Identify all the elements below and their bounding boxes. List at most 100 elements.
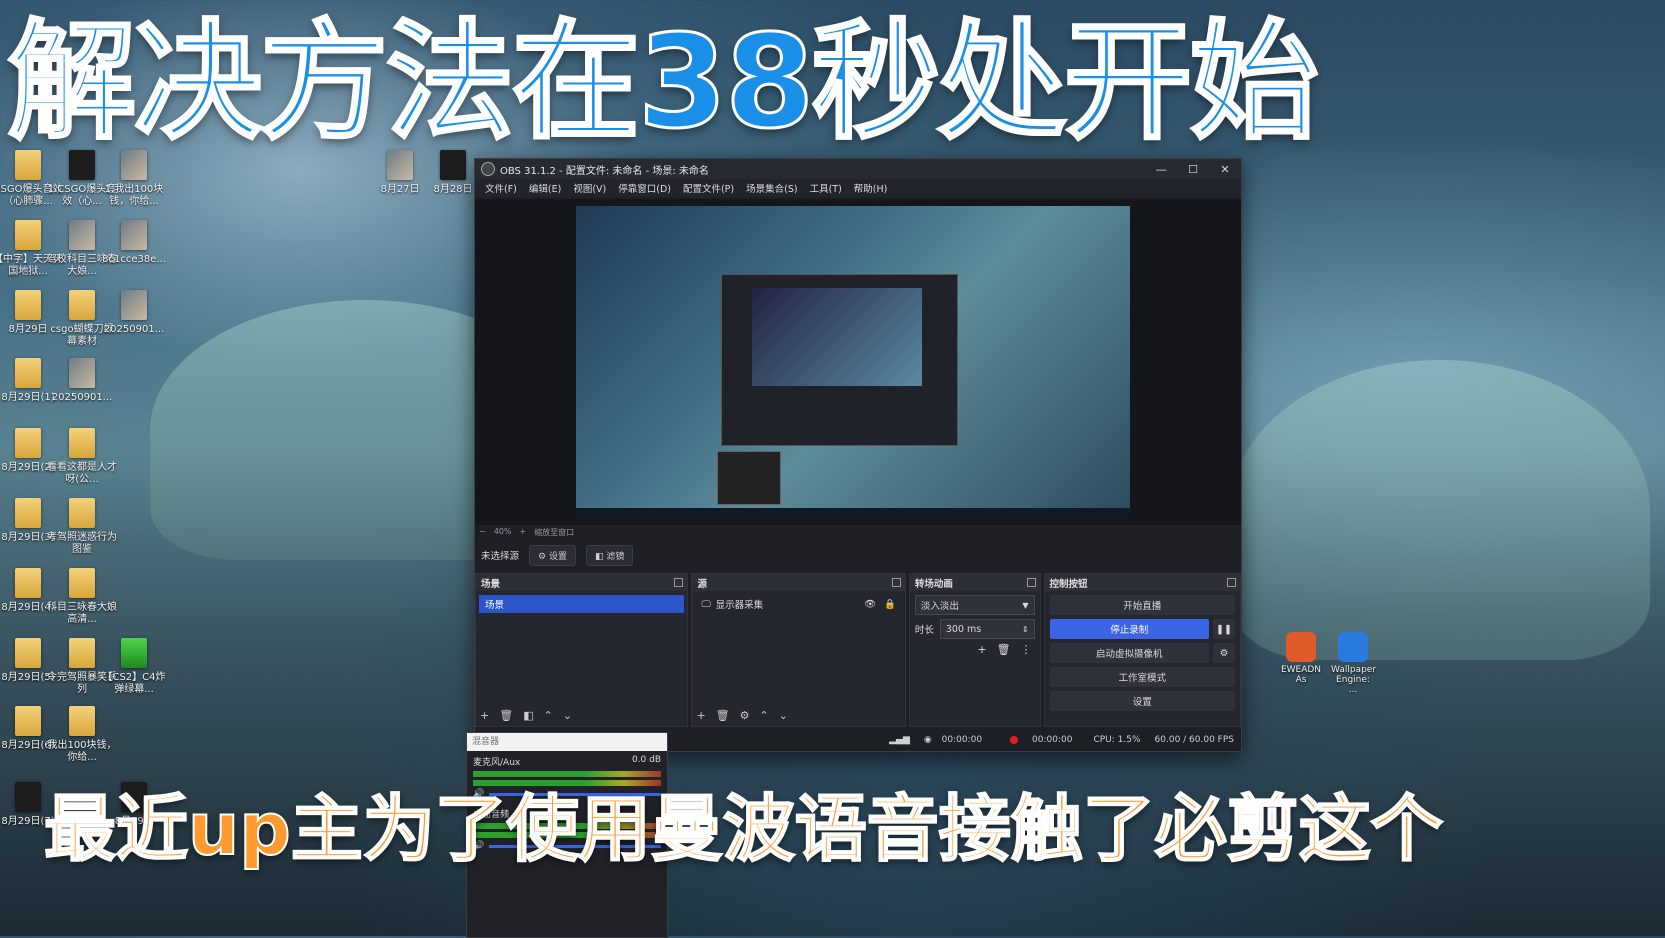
eye-icon[interactable]: 👁 — [864, 599, 876, 610]
pause-icon[interactable]: ❚❚ — [1213, 619, 1236, 639]
docks-row: 场景 场景 + 🗑 ◧ ⌃ ⌄ 源 🖵 显示器采集 👁 🔒 + 🗑 ⚙ ⌃ ⌄ … — [475, 573, 1242, 727]
source-toolbar: 未选择源 ⚙ 设置 ◧ 滤镜 — [475, 543, 1241, 567]
file-icon — [69, 358, 95, 388]
menu-bar: 文件(F) 编辑(E) 视图(V) 停靠窗口(D) 配置文件(P) 场景集合(S… — [475, 179, 1241, 197]
no-source-label: 未选择源 — [481, 551, 520, 562]
controls-dock: 控制按钮 开始直播 停止录制 ❚❚ 启动虚拟摄像机 ⚙ 工作室模式 设置 — [1043, 573, 1242, 727]
scenes-header: 场景 — [481, 578, 501, 590]
virtual-camera-button[interactable]: 启动虚拟摄像机 — [1049, 643, 1210, 663]
desktop-icon[interactable]: 我出100块钱，你给... — [46, 706, 118, 764]
stream-time-value: 00:00:00 — [941, 735, 983, 745]
filters-label: 滤镜 — [606, 551, 625, 562]
add-icon[interactable]: + — [480, 709, 489, 722]
undock-icon[interactable] — [1026, 578, 1036, 587]
start-stream-button[interactable]: 开始直播 — [1049, 595, 1236, 615]
preview-screen-capture — [576, 206, 1130, 518]
lock-icon[interactable]: 🔒 — [884, 599, 896, 610]
duration-field[interactable]: 300 ms ⇕ — [939, 619, 1035, 639]
undock-icon[interactable] — [674, 578, 684, 587]
zoom-mode-select[interactable]: 缩放至窗口 — [534, 527, 574, 538]
source-item-label: 显示器采集 — [715, 600, 764, 611]
menu-profile[interactable]: 配置文件(P) — [683, 181, 734, 195]
signal-icon: ▂▄▆ — [889, 735, 910, 745]
desktop-icon[interactable]: 【CS2】C4炸弹绿幕... — [98, 638, 170, 696]
source-settings-button[interactable]: ⚙ 设置 — [529, 544, 576, 566]
filter-icon[interactable]: ◧ — [523, 709, 533, 722]
folder-icon — [69, 568, 95, 598]
chevron-down-icon[interactable]: ⌄ — [563, 709, 572, 722]
spinner-icon[interactable]: ⇕ — [1022, 625, 1029, 634]
source-filters-button[interactable]: ◧ 滤镜 — [585, 544, 634, 566]
chevron-down-icon: ▼ — [1022, 600, 1029, 610]
desktop-icon[interactable]: 考驾照迷惑行为图鉴 — [46, 498, 118, 556]
record-time-value: 00:00:00 — [1032, 735, 1073, 745]
file-icon — [121, 220, 147, 250]
gear-icon[interactable]: ⚙ — [1213, 643, 1236, 663]
menu-edit[interactable]: 编辑(E) — [529, 181, 561, 195]
folder-icon — [69, 638, 95, 668]
undock-icon[interactable] — [1227, 578, 1237, 587]
gear-icon[interactable]: ⚙ — [740, 709, 750, 722]
trash-icon[interactable]: 🗑 — [499, 709, 513, 722]
more-icon[interactable]: ⋮ — [1021, 643, 1032, 656]
zoom-bar: − 40% + 缩放至窗口 — [479, 527, 574, 538]
studio-mode-button[interactable]: 工作室模式 — [1049, 667, 1236, 687]
chevron-up-icon[interactable]: ⌃ — [760, 709, 769, 722]
window-title: OBS 31.1.2 - 配置文件: 未命名 - 场景: 未命名 — [500, 165, 709, 177]
desktop-icon-label: 考驾照迷惑行为图鉴 — [47, 532, 117, 555]
desktop-icon-label: 科目三咏春大娘高清... — [47, 602, 117, 625]
duration-value: 300 ms — [945, 623, 982, 635]
menu-tools[interactable]: 工具(T) — [810, 181, 842, 195]
folder-icon — [15, 706, 41, 736]
maximize-button[interactable]: ☐ — [1177, 163, 1209, 176]
folder-icon — [15, 290, 41, 320]
menu-view[interactable]: 视图(V) — [573, 181, 606, 195]
trash-icon[interactable]: 🗑 — [997, 643, 1011, 656]
close-button[interactable]: ✕ — [1209, 163, 1241, 176]
desktop-icon-label: EWEADN As — [1280, 665, 1322, 685]
chevron-up-icon[interactable]: ⌃ — [544, 709, 553, 722]
fps: 60.00 / 60.00 FPS — [1154, 735, 1234, 745]
add-icon[interactable]: + — [977, 643, 986, 656]
menu-help[interactable]: 帮助(H) — [854, 181, 888, 195]
app-icon — [1286, 632, 1316, 662]
desktop-icon-label: 20250901... — [103, 324, 165, 335]
menu-scene-collection[interactable]: 场景集合(S) — [746, 181, 797, 195]
desktop-icon-label: 8c1cce38e... — [102, 254, 166, 265]
minimize-button[interactable]: — — [1145, 163, 1177, 176]
zoom-in-button[interactable]: + — [519, 527, 526, 538]
nested-preview — [752, 288, 922, 386]
folder-icon — [69, 498, 95, 528]
folder-icon — [15, 220, 41, 250]
undock-icon[interactable] — [891, 578, 901, 587]
chevron-down-icon[interactable]: ⌄ — [779, 709, 788, 722]
folder-icon — [15, 498, 41, 528]
menu-docks[interactable]: 停靠窗口(D) — [618, 181, 671, 195]
add-icon[interactable]: + — [696, 709, 705, 722]
desktop-icon[interactable]: 看看这都是人才呀(公... — [46, 428, 118, 486]
desktop-icon-eweadn[interactable]: EWEADN As — [1279, 632, 1323, 685]
desktop-icon-label: 看看这都是人才呀(公... — [47, 462, 117, 485]
desktop-icon[interactable]: 8c1cce38e... — [98, 220, 170, 266]
desktop-icon-wallpaper-engine[interactable]: Wallpaper Engine: ... — [1331, 632, 1376, 695]
obs-window: OBS 31.1.2 - 配置文件: 未命名 - 场景: 未命名 — ☐ ✕ 文… — [474, 158, 1242, 752]
desktop-icon[interactable]: 20250901... — [46, 358, 118, 404]
scene-item[interactable]: 场景 — [479, 595, 685, 613]
preview-area[interactable] — [475, 199, 1241, 525]
menu-file[interactable]: 文件(F) — [485, 181, 517, 195]
transition-select[interactable]: 淡入淡出 ▼ — [914, 595, 1035, 615]
folder-icon — [15, 638, 41, 668]
background-car-right — [1230, 360, 1650, 660]
folder-icon — [69, 428, 95, 458]
settings-button[interactable]: 设置 — [1049, 691, 1236, 711]
zoom-out-button[interactable]: − — [479, 527, 486, 538]
folder-icon — [15, 358, 41, 388]
app-icon — [1338, 632, 1368, 662]
file-icon — [121, 638, 147, 668]
trash-icon[interactable]: 🗑 — [716, 709, 730, 722]
desktop-icon[interactable]: 20250901... — [98, 290, 170, 336]
sources-header: 源 — [697, 578, 707, 590]
source-item[interactable]: 🖵 显示器采集 👁 🔒 — [695, 595, 901, 613]
stop-recording-button[interactable]: 停止录制 — [1049, 619, 1210, 639]
desktop-icon[interactable]: 科目三咏春大娘高清... — [46, 568, 118, 626]
